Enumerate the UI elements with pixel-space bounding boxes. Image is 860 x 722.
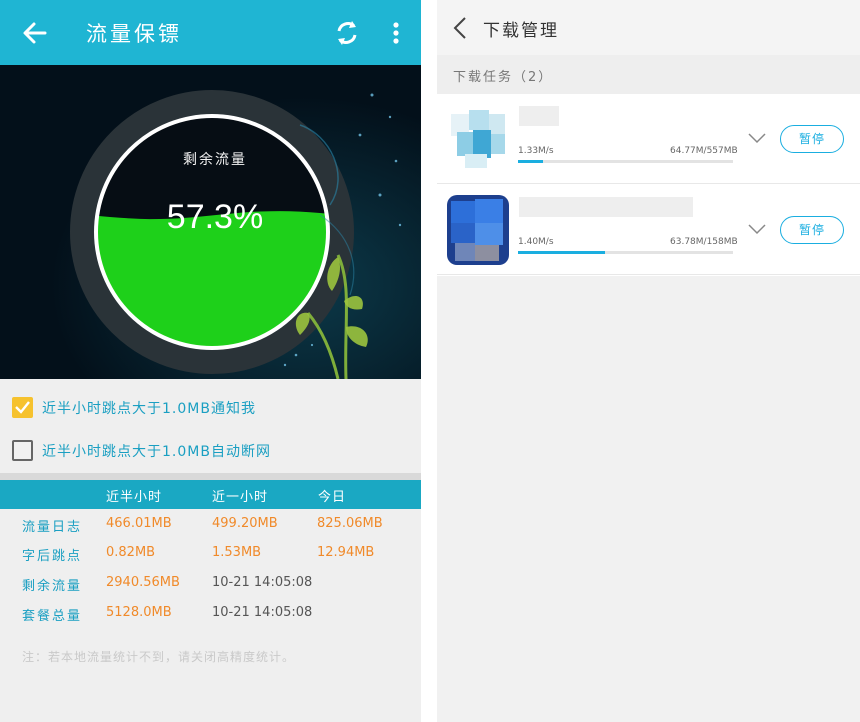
app-icon-blurred bbox=[447, 104, 509, 174]
progress-bar bbox=[518, 160, 733, 163]
row-label: 流量日志 bbox=[22, 520, 83, 535]
row-timestamp: 10-21 14:05:08 bbox=[212, 605, 313, 620]
top-app-bar: 流量保镖 bbox=[0, 0, 421, 65]
row-value: 2940.56MB bbox=[106, 575, 180, 590]
pause-button[interactable]: 暂停 bbox=[780, 216, 844, 244]
progress-fill bbox=[518, 251, 605, 254]
table-row: 字后跳点 0.82MB 1.53MB 12.94MB bbox=[0, 539, 421, 568]
top-app-bar: 下载管理 bbox=[437, 0, 860, 55]
pause-button[interactable]: 暂停 bbox=[780, 125, 844, 153]
table-row: 流量日志 466.01MB 499.20MB 825.06MB bbox=[0, 510, 421, 539]
empty-area bbox=[437, 276, 860, 722]
header-one-hour: 近一小时 bbox=[212, 490, 269, 505]
refresh-icon[interactable] bbox=[333, 18, 361, 48]
download-size: 63.78M/158MB bbox=[670, 237, 738, 247]
app-icon-blurred bbox=[447, 195, 509, 265]
progress-bar bbox=[518, 251, 733, 254]
stats-table-header: 近半小时 近一小时 今日 bbox=[0, 480, 421, 509]
chevron-down-icon[interactable] bbox=[747, 131, 767, 145]
header-today: 今日 bbox=[318, 490, 347, 505]
row-value: 1.53MB bbox=[212, 545, 262, 560]
download-speed: 1.40M/s bbox=[518, 237, 554, 247]
more-vertical-icon[interactable] bbox=[388, 18, 404, 48]
app-name-blurred bbox=[519, 106, 559, 126]
chevron-left-icon[interactable] bbox=[451, 15, 469, 41]
traffic-gauge-panel: 剩余流量 57.3% bbox=[0, 65, 421, 379]
download-speed: 1.33M/s bbox=[518, 146, 554, 156]
row-label: 字后跳点 bbox=[22, 549, 83, 564]
row-value: 5128.0MB bbox=[106, 605, 172, 620]
download-task-count: 下载任务（2） bbox=[453, 70, 554, 85]
row-label: 剩余流量 bbox=[22, 579, 83, 594]
gauge-percentage: 57.3% bbox=[166, 198, 264, 236]
section-divider bbox=[0, 473, 421, 480]
table-row: 剩余流量 2940.56MB 10-21 14:05:08 bbox=[0, 569, 421, 598]
footnote: 注：若本地流量统计不到，请关闭高精度统计。 bbox=[22, 650, 296, 664]
traffic-guard-screen: 流量保镖 剩余流量 57.3% 近半小时跳点大于1.0MB通知我 近半小时跳点大… bbox=[0, 0, 421, 722]
row-value: 466.01MB bbox=[106, 516, 172, 531]
row-value: 499.20MB bbox=[212, 516, 278, 531]
row-timestamp: 10-21 14:05:08 bbox=[212, 575, 313, 590]
notify-checkbox[interactable] bbox=[12, 397, 33, 418]
notify-option-label: 近半小时跳点大于1.0MB通知我 bbox=[42, 401, 256, 417]
gauge-label: 剩余流量 bbox=[183, 152, 247, 168]
app-name-blurred bbox=[519, 197, 693, 217]
download-task[interactable]: 1.33M/s 64.77M/557MB 暂停 bbox=[437, 94, 860, 184]
download-size: 64.77M/557MB bbox=[670, 146, 738, 156]
panel-gap bbox=[421, 0, 437, 722]
download-manager-screen: 下载管理 下载任务（2） 1.33M/s 64.77M/557MB 暂停 1.4… bbox=[437, 0, 860, 722]
page-title: 流量保镖 bbox=[86, 22, 182, 46]
row-label: 套餐总量 bbox=[22, 609, 83, 624]
row-value: 825.06MB bbox=[317, 516, 383, 531]
page-title: 下载管理 bbox=[483, 21, 559, 41]
header-half-hour: 近半小时 bbox=[106, 490, 163, 505]
row-value: 12.94MB bbox=[317, 545, 375, 560]
arrow-left-icon[interactable] bbox=[20, 18, 50, 48]
auto-disconnect-option-row[interactable]: 近半小时跳点大于1.0MB自动断网 bbox=[0, 429, 421, 473]
auto-disconnect-option-label: 近半小时跳点大于1.0MB自动断网 bbox=[42, 444, 271, 460]
section-header: 下载任务（2） bbox=[437, 55, 860, 94]
chevron-down-icon[interactable] bbox=[747, 222, 767, 236]
notify-option-row[interactable]: 近半小时跳点大于1.0MB通知我 bbox=[0, 386, 421, 430]
checkmark-icon bbox=[15, 401, 30, 414]
row-value: 0.82MB bbox=[106, 545, 156, 560]
auto-disconnect-checkbox[interactable] bbox=[12, 440, 33, 461]
download-task[interactable]: 1.40M/s 63.78M/158MB 暂停 bbox=[437, 185, 860, 275]
progress-fill bbox=[518, 160, 543, 163]
table-row: 套餐总量 5128.0MB 10-21 14:05:08 bbox=[0, 599, 421, 628]
